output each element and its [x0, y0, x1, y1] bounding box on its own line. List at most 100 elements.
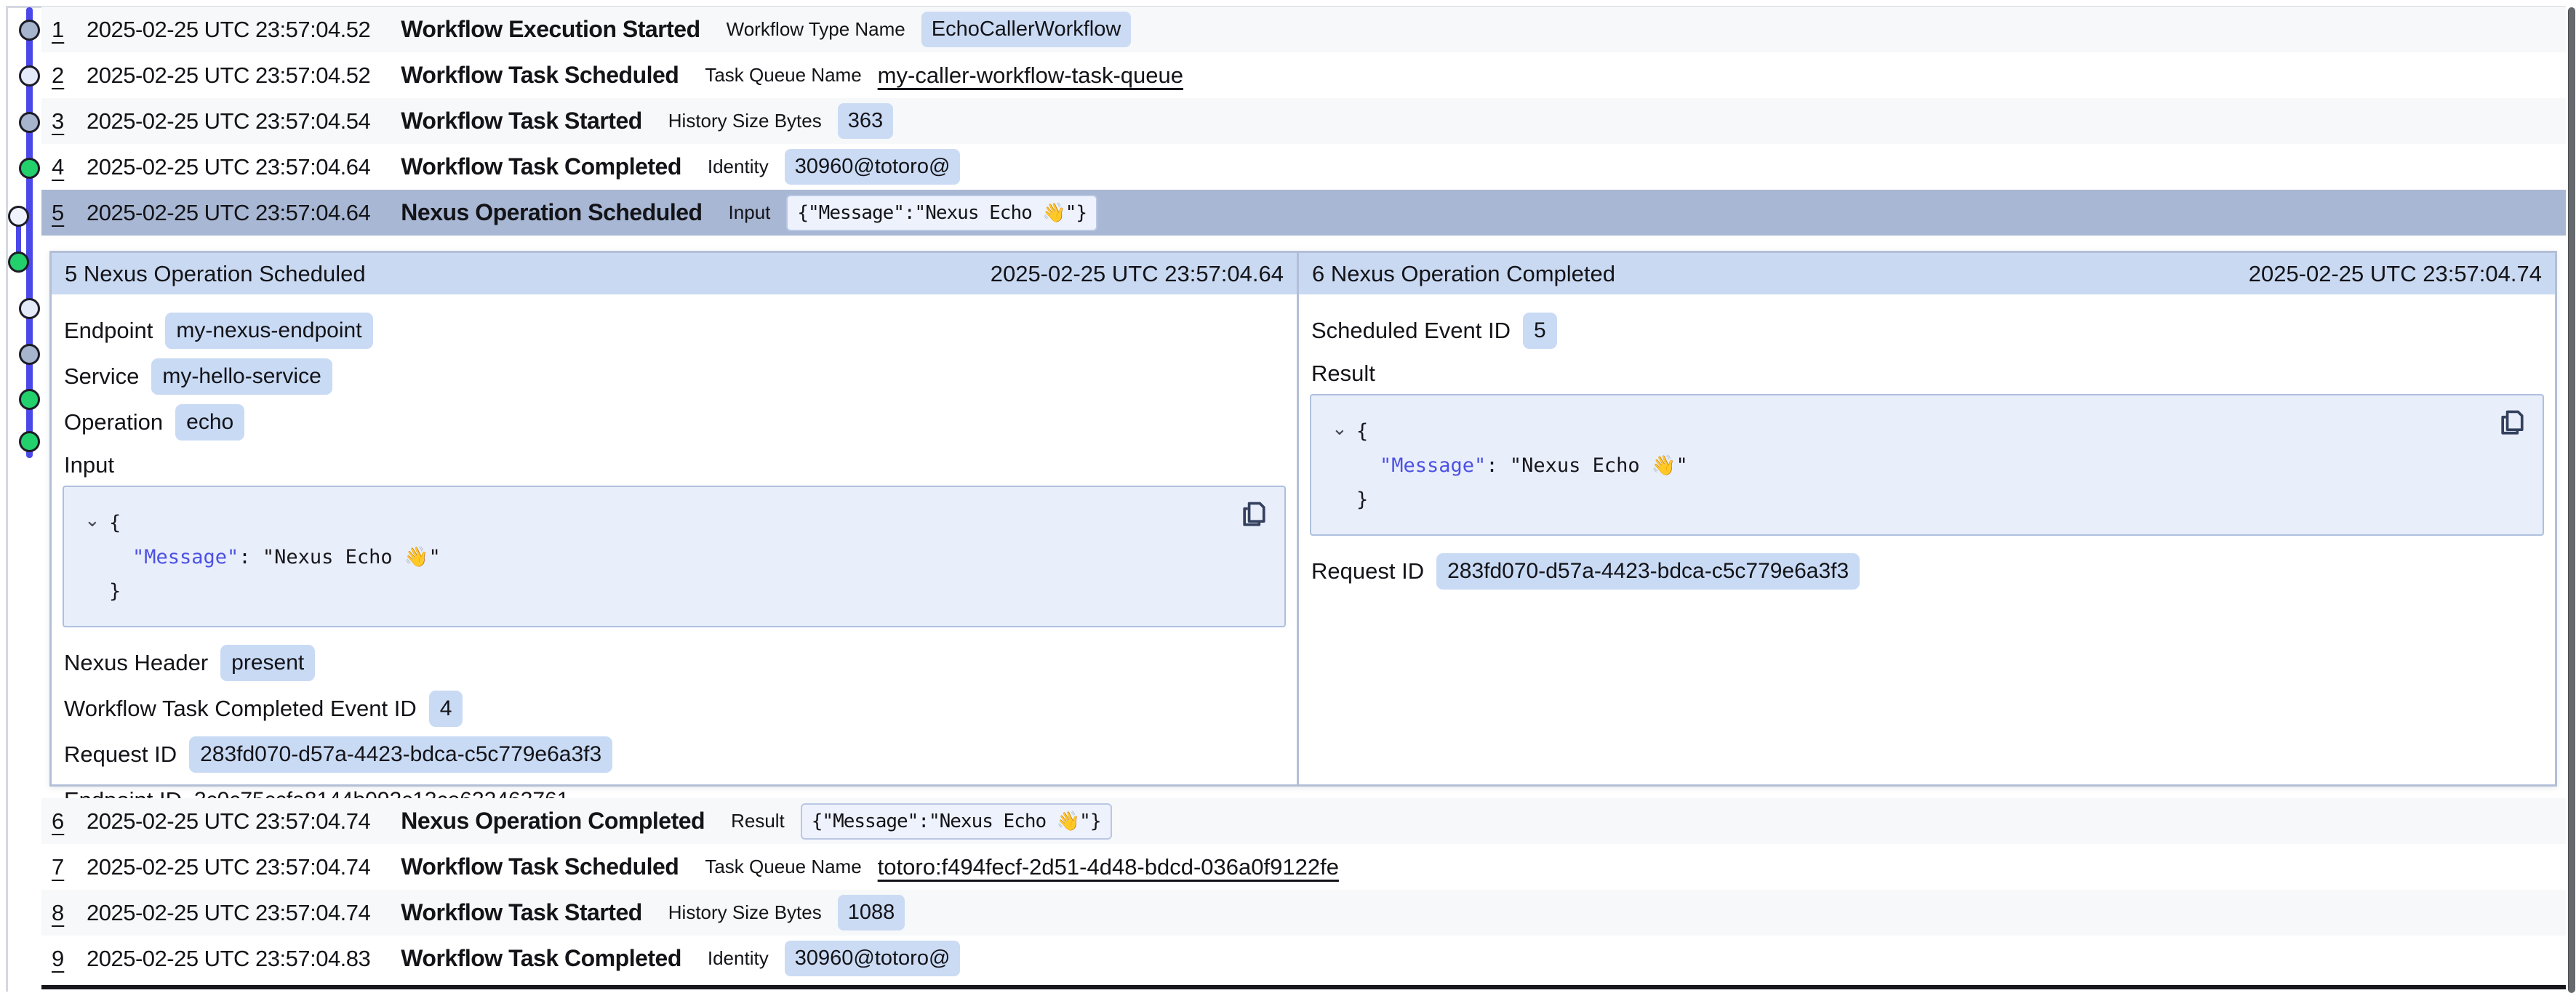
event-timestamp: 2025-02-25 UTC 23:57:04.74 [87, 808, 370, 835]
field-value-badge: 4 [429, 691, 463, 727]
detail-column-completed: 6 Nexus Operation Completed 2025-02-25 U… [1299, 253, 2555, 784]
json-line-key: "Message": "Nexus Echo 👋" [1332, 449, 2522, 483]
event-id-link[interactable]: 1 [52, 17, 73, 43]
event-timestamp: 2025-02-25 UTC 23:57:04.64 [87, 200, 370, 226]
detail-header-completed[interactable]: 6 Nexus Operation Completed 2025-02-25 U… [1299, 253, 2555, 294]
event-row-5-selected[interactable]: 5 2025-02-25 UTC 23:57:04.64 Nexus Opera… [41, 190, 2566, 236]
json-line-close: } [84, 574, 1264, 608]
event-timestamp: 2025-02-25 UTC 23:57:04.52 [87, 17, 370, 43]
event-row-6[interactable]: 6 2025-02-25 UTC 23:57:04.74 Nexus Opera… [41, 798, 2566, 844]
event-attr-value-json: {"Message":"Nexus Echo 👋"} [801, 803, 1112, 840]
json-key: "Message" [1380, 454, 1486, 477]
task-queue-link[interactable]: my-caller-workflow-task-queue [878, 63, 1183, 89]
timeline-dot-3[interactable] [19, 112, 40, 133]
event-attr-label: Task Queue Name [705, 64, 861, 87]
event-attr-label: Identity [708, 156, 769, 178]
event-row-2[interactable]: 2 2025-02-25 UTC 23:57:04.52 Workflow Ta… [41, 52, 2566, 98]
event-timestamp: 2025-02-25 UTC 23:57:04.74 [87, 900, 370, 926]
event-row-7[interactable]: 7 2025-02-25 UTC 23:57:04.74 Workflow Ta… [41, 844, 2566, 890]
detail-body: Scheduled Event ID 5 Result ⌄{ "Message"… [1299, 294, 2555, 608]
event-row-1[interactable]: 1 2025-02-25 UTC 23:57:04.52 Workflow Ex… [41, 7, 2566, 52]
event-id-link[interactable]: 3 [52, 108, 73, 134]
event-timestamp: 2025-02-25 UTC 23:57:04.64 [87, 154, 370, 180]
field-input-label: Input [64, 452, 1284, 478]
event-attr-label: History Size Bytes [668, 901, 822, 924]
event-id-link[interactable]: 8 [52, 900, 73, 926]
timeline-dot-5[interactable] [8, 206, 29, 227]
detail-title: 5 Nexus Operation Scheduled [65, 261, 366, 287]
field-operation: Operation echo [64, 404, 1284, 441]
field-request-id: Request ID 283fd070-d57a-4423-bdca-c5c77… [64, 736, 1284, 773]
event-detail-panel: 5 Nexus Operation Scheduled 2025-02-25 U… [49, 251, 2557, 787]
timeline-dot-2[interactable] [19, 65, 40, 87]
event-name: Workflow Task Started [401, 108, 642, 134]
field-label: Operation [64, 409, 163, 435]
timeline-dot-10[interactable] [19, 431, 40, 452]
json-value: "Nexus Echo 👋" [263, 546, 441, 568]
field-label: Nexus Header [64, 650, 208, 676]
event-row-4[interactable]: 4 2025-02-25 UTC 23:57:04.64 Workflow Ta… [41, 144, 2566, 190]
event-timestamp: 2025-02-25 UTC 23:57:04.74 [87, 854, 370, 880]
field-value-badge: 283fd070-d57a-4423-bdca-c5c779e6a3f3 [189, 736, 612, 773]
event-attr-label: Task Queue Name [705, 856, 861, 878]
task-queue-link[interactable]: totoro:f494fecf-2d51-4d48-bdcd-036a0f912… [878, 854, 1339, 880]
event-attr-value-badge: 1088 [838, 895, 905, 930]
detail-timestamp: 2025-02-25 UTC 23:57:04.64 [991, 261, 1284, 287]
event-timestamp: 2025-02-25 UTC 23:57:04.52 [87, 63, 370, 89]
event-row-3[interactable]: 3 2025-02-25 UTC 23:57:04.54 Workflow Ta… [41, 98, 2566, 144]
event-id-link[interactable]: 4 [52, 154, 73, 180]
copy-icon[interactable] [2496, 407, 2528, 439]
timeline-dot-1[interactable] [19, 20, 40, 41]
event-name: Workflow Task Scheduled [401, 853, 679, 880]
workflow-history-view: 1 2025-02-25 UTC 23:57:04.52 Workflow Ex… [0, 0, 2576, 993]
field-nexus-header: Nexus Header present [64, 645, 1284, 681]
event-name: Workflow Execution Started [401, 16, 700, 43]
json-key: "Message" [132, 546, 239, 568]
event-attr-label: History Size Bytes [668, 110, 822, 132]
field-label: Endpoint [64, 318, 153, 344]
event-attr-value-badge: EchoCallerWorkflow [921, 12, 1132, 47]
event-timestamp: 2025-02-25 UTC 23:57:04.83 [87, 946, 370, 972]
event-attr-value-json: {"Message":"Nexus Echo 👋"} [786, 195, 1097, 231]
field-wtc-event-id: Workflow Task Completed Event ID 4 [64, 691, 1284, 727]
timeline-dot-8[interactable] [19, 344, 40, 365]
event-id-link[interactable]: 9 [52, 946, 73, 972]
field-value-badge: present [220, 645, 315, 681]
timeline-dot-6[interactable] [8, 252, 29, 273]
field-value-badge: echo [175, 404, 244, 441]
field-value-badge: my-nexus-endpoint [165, 313, 372, 349]
collapse-chevron-icon[interactable]: ⌄ [84, 503, 109, 537]
detail-title: 6 Nexus Operation Completed [1312, 261, 1615, 287]
event-timestamp: 2025-02-25 UTC 23:57:04.54 [87, 108, 370, 134]
field-label: Workflow Task Completed Event ID [64, 696, 417, 722]
detail-header-scheduled[interactable]: 5 Nexus Operation Scheduled 2025-02-25 U… [52, 253, 1297, 294]
event-name: Workflow Task Completed [401, 945, 681, 972]
field-value-badge: 283fd070-d57a-4423-bdca-c5c779e6a3f3 [1436, 553, 1860, 590]
event-id-link[interactable]: 7 [52, 854, 73, 880]
detail-body: Endpoint my-nexus-endpoint Service my-he… [52, 294, 1297, 836]
collapse-chevron-icon[interactable]: ⌄ [1332, 411, 1356, 446]
scrollbar[interactable] [2568, 7, 2575, 993]
event-attr-value-badge: 30960@totoro@ [785, 149, 961, 185]
json-line-key: "Message": "Nexus Echo 👋" [84, 540, 1264, 574]
next-row-top-border [41, 985, 2566, 989]
detail-timestamp: 2025-02-25 UTC 23:57:04.74 [2249, 261, 2542, 287]
detail-column-scheduled: 5 Nexus Operation Scheduled 2025-02-25 U… [52, 253, 1299, 784]
timeline-dot-7[interactable] [19, 298, 40, 319]
event-id-link[interactable]: 6 [52, 808, 73, 835]
field-label: Request ID [64, 741, 177, 768]
json-viewer-result: ⌄{ "Message": "Nexus Echo 👋" } [1310, 394, 2544, 536]
timeline-dot-4[interactable] [19, 158, 40, 179]
field-request-id: Request ID 283fd070-d57a-4423-bdca-c5c77… [1311, 553, 2543, 590]
event-row-8[interactable]: 8 2025-02-25 UTC 23:57:04.74 Workflow Ta… [41, 890, 2566, 936]
timeline-dot-9[interactable] [19, 389, 40, 410]
event-id-link[interactable]: 5 [52, 200, 73, 226]
event-row-9[interactable]: 9 2025-02-25 UTC 23:57:04.83 Workflow Ta… [41, 936, 2566, 981]
event-name: Nexus Operation Scheduled [401, 199, 702, 226]
event-attr-label: Workflow Type Name [727, 18, 905, 41]
copy-icon[interactable] [1238, 499, 1270, 531]
field-label: Scheduled Event ID [1311, 318, 1511, 344]
json-value: "Nexus Echo 👋" [1510, 454, 1688, 477]
event-id-link[interactable]: 2 [52, 63, 73, 89]
json-line-open: ⌄{ [84, 506, 1264, 540]
